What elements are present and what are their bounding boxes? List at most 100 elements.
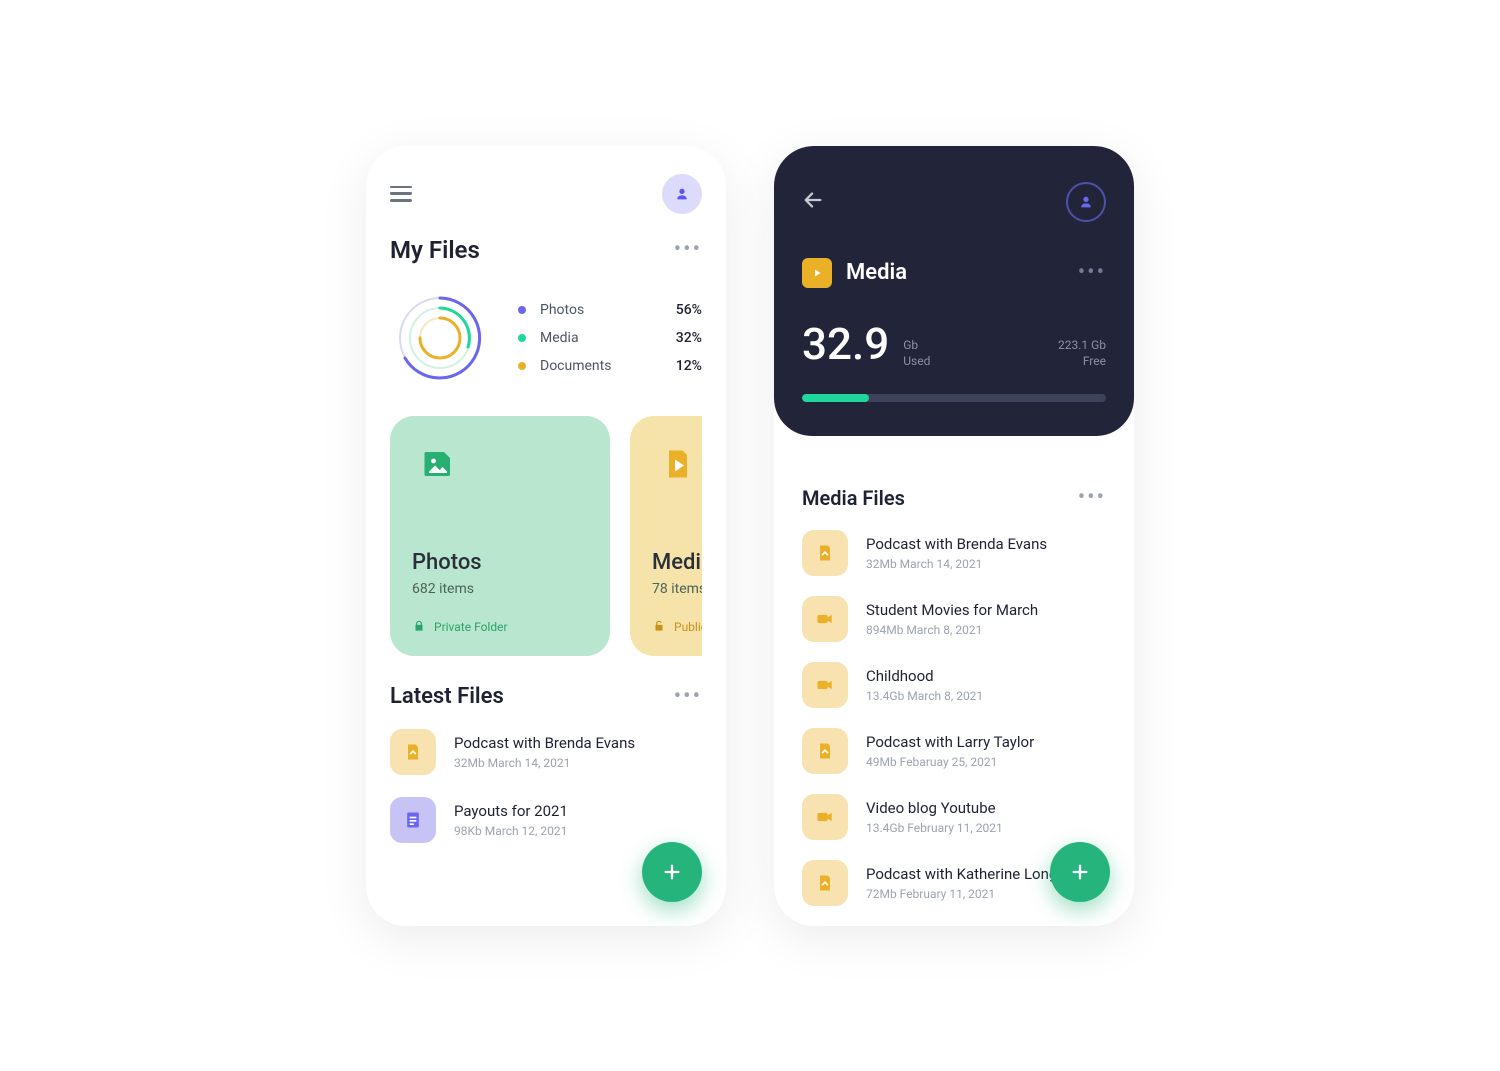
file-meta: 98Kb March 12, 2021 bbox=[454, 824, 568, 838]
toolbar bbox=[390, 174, 702, 214]
more-icon[interactable]: ••• bbox=[674, 691, 702, 702]
file-row[interactable]: Podcast with Brenda Evans 32Mb March 14, … bbox=[802, 530, 1106, 576]
free-label: Free bbox=[1058, 354, 1106, 370]
file-name: Podcast with Katherine Long bbox=[866, 865, 1057, 883]
storage-progress-fill bbox=[802, 394, 869, 402]
file-row[interactable]: Podcast with Brenda Evans 32Mb March 14, … bbox=[390, 729, 702, 775]
file-name: Payouts for 2021 bbox=[454, 802, 568, 820]
media-title: Media bbox=[846, 260, 907, 285]
media-folder-icon bbox=[802, 258, 832, 288]
folder-cards-row[interactable]: Photos 682 items Private Folder Media 78 ite… bbox=[390, 416, 702, 656]
note-file-icon bbox=[390, 729, 436, 775]
file-name: Podcast with Larry Taylor bbox=[866, 733, 1034, 751]
folder-card-media[interactable]: Media 78 items Public Folder bbox=[630, 416, 702, 656]
file-name: Podcast with Brenda Evans bbox=[454, 734, 635, 752]
file-meta: 72Mb February 11, 2021 bbox=[866, 887, 1057, 901]
latest-files-title: Latest Files bbox=[390, 684, 504, 709]
screen-my-files: My Files ••• Photos 56% Media 32% Documents 1… bbox=[366, 146, 726, 926]
video-file-icon bbox=[802, 662, 848, 708]
file-row[interactable]: Student Movies for March 894Mb March 8, 2… bbox=[802, 596, 1106, 642]
image-folder-icon bbox=[412, 438, 464, 490]
profile-button[interactable] bbox=[1066, 182, 1106, 222]
folder-privacy-badge: Private Folder bbox=[412, 619, 588, 636]
plus-icon bbox=[661, 861, 683, 883]
file-name: Childhood bbox=[866, 667, 983, 685]
toolbar bbox=[802, 182, 1106, 222]
latest-files-list: Podcast with Brenda Evans 32Mb March 14, … bbox=[390, 729, 702, 843]
person-icon bbox=[674, 186, 690, 202]
latest-files-header: Latest Files ••• bbox=[390, 684, 702, 709]
unlock-icon bbox=[652, 619, 666, 636]
add-button[interactable] bbox=[1050, 842, 1110, 902]
legend-label: Documents bbox=[540, 358, 644, 374]
folder-privacy-label: Public Folder bbox=[674, 620, 702, 634]
folder-privacy-badge: Public Folder bbox=[652, 619, 702, 636]
more-icon[interactable]: ••• bbox=[1078, 492, 1106, 503]
media-files-title: Media Files bbox=[802, 486, 905, 510]
arrow-left-icon bbox=[802, 189, 824, 211]
legend-row: Media 32% bbox=[518, 330, 702, 346]
free-value: 223.1 Gb bbox=[1058, 338, 1106, 354]
file-row[interactable]: Podcast with Larry Taylor 49Mb Febaruay 2… bbox=[802, 728, 1106, 774]
media-folder-icon bbox=[652, 438, 702, 490]
storage-legend: Photos 56% Media 32% Documents 12% bbox=[518, 302, 702, 374]
folder-title: Photos bbox=[412, 550, 588, 575]
person-icon bbox=[1078, 194, 1094, 210]
file-meta: 13.4Gb March 8, 2021 bbox=[866, 689, 983, 703]
my-files-header: My Files ••• bbox=[390, 236, 702, 264]
note-file-icon bbox=[802, 728, 848, 774]
used-label: Used bbox=[903, 354, 930, 370]
note-file-icon bbox=[802, 860, 848, 906]
play-icon bbox=[811, 267, 823, 279]
legend-dot bbox=[518, 306, 526, 314]
file-row[interactable]: Video blog Youtube 13.4Gb February 11, 20… bbox=[802, 794, 1106, 840]
file-name: Podcast with Brenda Evans bbox=[866, 535, 1047, 553]
screen-media: Media ••• 32.9 Gb Used 223.1 Gb Free Med… bbox=[774, 146, 1134, 926]
video-file-icon bbox=[802, 596, 848, 642]
folder-item-count: 682 items bbox=[412, 581, 588, 597]
used-value: 32.9 bbox=[802, 318, 889, 370]
storage-donut-chart bbox=[390, 288, 490, 388]
legend-row: Documents 12% bbox=[518, 358, 702, 374]
page-title: My Files bbox=[390, 236, 480, 264]
legend-dot bbox=[518, 334, 526, 342]
storage-usage: 32.9 Gb Used 223.1 Gb Free bbox=[802, 318, 1106, 370]
media-files-header: Media Files ••• bbox=[802, 486, 1106, 510]
media-header: Media ••• 32.9 Gb Used 223.1 Gb Free bbox=[774, 146, 1134, 436]
folder-privacy-label: Private Folder bbox=[434, 620, 508, 634]
video-file-icon bbox=[802, 794, 848, 840]
note-file-icon bbox=[802, 530, 848, 576]
menu-icon[interactable] bbox=[390, 186, 412, 202]
back-button[interactable] bbox=[802, 189, 824, 215]
profile-button[interactable] bbox=[662, 174, 702, 214]
media-title-row: Media ••• bbox=[802, 258, 1106, 288]
legend-label: Photos bbox=[540, 302, 644, 318]
more-icon[interactable]: ••• bbox=[674, 244, 702, 255]
folder-item-count: 78 items bbox=[652, 581, 702, 597]
folder-card-photos[interactable]: Photos 682 items Private Folder bbox=[390, 416, 610, 656]
file-name: Video blog Youtube bbox=[866, 799, 1003, 817]
add-button[interactable] bbox=[642, 842, 702, 902]
legend-percent: 12% bbox=[658, 358, 702, 374]
file-meta: 32Mb March 14, 2021 bbox=[866, 557, 1047, 571]
file-row[interactable]: Payouts for 2021 98Kb March 12, 2021 bbox=[390, 797, 702, 843]
file-name: Student Movies for March bbox=[866, 601, 1038, 619]
legend-percent: 56% bbox=[658, 302, 702, 318]
file-meta: 894Mb March 8, 2021 bbox=[866, 623, 1038, 637]
sheet-file-icon bbox=[390, 797, 436, 843]
file-meta: 32Mb March 14, 2021 bbox=[454, 756, 635, 770]
file-meta: 49Mb Febaruay 25, 2021 bbox=[866, 755, 1034, 769]
used-unit: Gb bbox=[903, 338, 930, 354]
file-row[interactable]: Childhood 13.4Gb March 8, 2021 bbox=[802, 662, 1106, 708]
plus-icon bbox=[1069, 861, 1091, 883]
folder-title: Media bbox=[652, 550, 702, 575]
storage-breakdown: Photos 56% Media 32% Documents 12% bbox=[390, 288, 702, 388]
legend-label: Media bbox=[540, 330, 644, 346]
more-icon[interactable]: ••• bbox=[1078, 267, 1106, 278]
legend-dot bbox=[518, 362, 526, 370]
legend-percent: 32% bbox=[658, 330, 702, 346]
lock-icon bbox=[412, 619, 426, 636]
legend-row: Photos 56% bbox=[518, 302, 702, 318]
file-meta: 13.4Gb February 11, 2021 bbox=[866, 821, 1003, 835]
storage-progress-track bbox=[802, 394, 1106, 402]
